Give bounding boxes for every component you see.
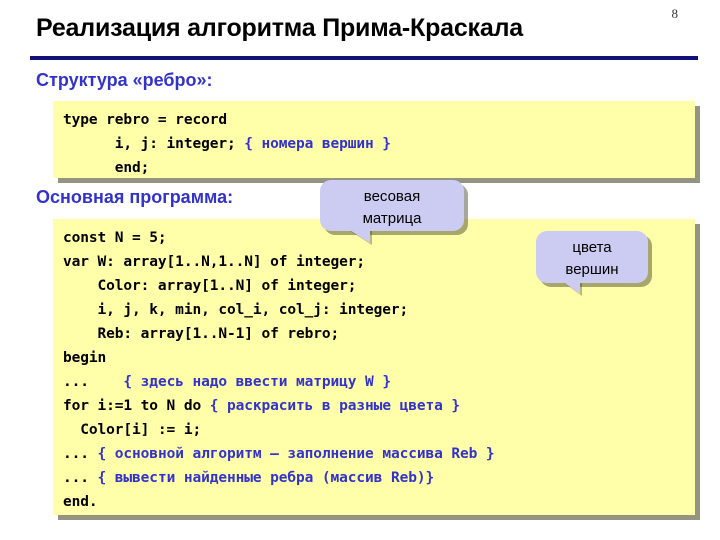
code-text: i, j: integer;	[63, 136, 245, 152]
code-text: ...	[63, 470, 98, 486]
title-divider	[30, 56, 698, 60]
slide-number: 8	[671, 6, 679, 21]
code-text: ...	[63, 374, 124, 390]
code-comment: { основной алгоритм – заполнение массива…	[97, 446, 495, 462]
code-text: Reb: array[1..N-1] of rebro;	[63, 326, 340, 342]
code-line: ... { здесь надо ввести матрицу W }	[63, 370, 695, 394]
code-line: ... { вывести найденные ребра (массив Re…	[63, 466, 695, 490]
section-heading-main-program: Основная программа:	[36, 187, 234, 207]
code-line: i, j, k, min, col_i, col_j: integer;	[63, 298, 695, 322]
code-comment: { номера вершин }	[244, 136, 391, 152]
callout-weight-matrix: весовая матрица	[320, 180, 464, 243]
code-line: end.	[63, 490, 695, 514]
code-comment: { здесь надо ввести матрицу W }	[123, 374, 391, 390]
code-text: ...	[63, 446, 98, 462]
callout-weight-matrix-line-2: матрица	[362, 210, 422, 227]
code-text: for i:=1 to N do	[63, 398, 210, 414]
code-text: var W: array[1..N,1..N] of integer;	[63, 254, 366, 270]
callout-pointer-icon	[562, 281, 580, 294]
code-line: end;	[63, 156, 695, 180]
code-line: ... { основной алгоритм – заполнение мас…	[63, 442, 695, 466]
code-text: Color[i] := i;	[63, 422, 202, 438]
code-text: end;	[63, 160, 150, 176]
callout-vertex-colors-line-1: цвета	[572, 239, 612, 256]
code-text: end.	[63, 494, 98, 510]
callout-vertex-colors: цвета вершин	[536, 231, 648, 294]
code-text: begin	[63, 350, 107, 366]
section-heading-structure: Структура «ребро»:	[36, 70, 213, 90]
code-line: begin	[63, 346, 695, 370]
code-text: type rebro = record	[63, 112, 227, 128]
code-text: const N = 5;	[63, 230, 167, 246]
callout-pointer-icon	[348, 229, 370, 243]
page-title: Реализация алгоритма Прима-Краскала	[36, 14, 523, 42]
code-comment: { вывести найденные ребра (массив Reb)}	[97, 470, 435, 486]
slide-canvas: 8 Реализация алгоритма Прима-Краскала Ст…	[0, 0, 720, 540]
code-text: i, j, k, min, col_i, col_j: integer;	[63, 302, 409, 318]
code-line: type rebro = record	[63, 108, 695, 132]
code-comment: { раскрасить в разные цвета }	[209, 398, 460, 414]
code-line: Reb: array[1..N-1] of rebro;	[63, 322, 695, 346]
code-line: i, j: integer; { номера вершин }	[63, 132, 695, 156]
code-lines-record: type rebro = record i, j: integer; { ном…	[63, 108, 695, 180]
callout-weight-matrix-line-1: весовая	[363, 188, 421, 205]
code-block-edge-record: type rebro = record i, j: integer; { ном…	[53, 101, 695, 178]
code-text: Color: array[1..N] of integer;	[63, 278, 357, 294]
callout-vertex-colors-line-2: вершин	[565, 261, 619, 278]
code-line: for i:=1 to N do { раскрасить в разные ц…	[63, 394, 695, 418]
code-line: Color[i] := i;	[63, 418, 695, 442]
